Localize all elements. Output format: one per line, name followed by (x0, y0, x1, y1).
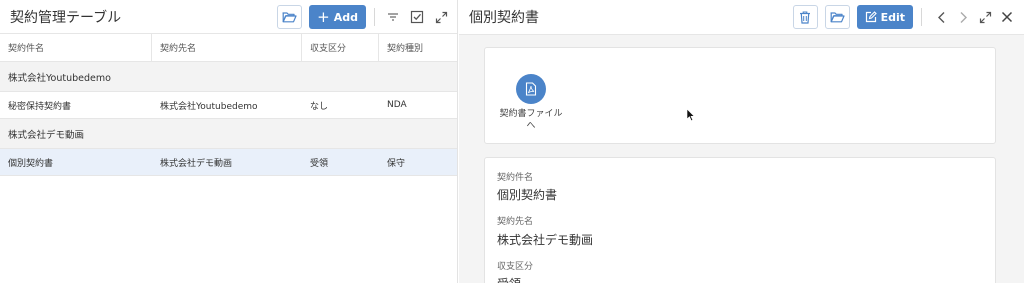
field-label-contract-title: 契約件名 (497, 173, 534, 183)
add-button[interactable]: + Add (309, 5, 366, 29)
expand-icon (435, 11, 447, 23)
next-record-button[interactable] (952, 5, 974, 29)
toolbar-divider (374, 8, 375, 26)
trash-icon (800, 10, 811, 24)
detail-panel: 個別契約書 Edit 契約書ファイルへ 契約件名 個別契約書 契約先名 株式会社… (459, 0, 1024, 283)
column-header-income-type[interactable]: 収支区分 (302, 34, 379, 61)
filter-icon (388, 13, 398, 21)
file-button-label: 契約書ファイルへ (499, 109, 563, 131)
expand-panel-button[interactable] (974, 5, 996, 29)
close-icon (1001, 11, 1013, 23)
detail-panel-header: 個別契約書 Edit (459, 0, 1024, 35)
field-label-income-type: 収支区分 (497, 262, 534, 272)
column-header-contract-title[interactable]: 契約件名 (0, 34, 152, 61)
table-cell: 株式会社Youtubedemo (160, 101, 258, 112)
chevron-left-icon (937, 11, 944, 23)
delete-button[interactable] (792, 5, 818, 29)
detail-title: 個別契約書 (469, 10, 539, 26)
group-header[interactable]: 株式会社Youtubedemo (0, 62, 457, 92)
table-row-selected[interactable]: 個別契約書 株式会社デモ動画 受領 保守 (0, 149, 457, 176)
select-mode-button[interactable] (407, 5, 427, 29)
table-cell: 株式会社デモ動画 (160, 158, 233, 169)
open-folder-button[interactable] (824, 5, 850, 29)
folder-open-icon (829, 12, 845, 23)
fields-card: 契約件名 個別契約書 契約先名 株式会社デモ動画 収支区分 受領 (484, 157, 996, 283)
expand-panel-button[interactable] (431, 5, 451, 29)
column-header-contractor[interactable]: 契約先名 (152, 34, 302, 61)
checkbox-icon (410, 10, 424, 24)
field-value-income-type: 受領 (497, 275, 521, 283)
table-cell: 保守 (387, 158, 406, 169)
expand-icon (979, 11, 991, 23)
edit-icon (865, 11, 877, 23)
plus-icon: + (317, 7, 330, 26)
contract-file-button[interactable]: 契約書ファイルへ (499, 74, 563, 132)
toolbar-divider (921, 8, 922, 26)
table-toolbar: + Add (277, 5, 451, 29)
chevron-right-icon (960, 11, 967, 23)
filter-button[interactable] (383, 5, 403, 29)
file-button-circle (516, 74, 546, 104)
field-value-contractor: 株式会社デモ動画 (497, 233, 594, 247)
field-label-contractor: 契約先名 (497, 217, 534, 227)
detail-toolbar: Edit (792, 5, 1018, 29)
table-panel-header: 契約管理テーブル + Add (0, 0, 457, 34)
previous-record-button[interactable] (930, 5, 952, 29)
table-panel: 契約管理テーブル + Add 契約件名 契約先名 収支区分 契約種別 株式会社Y… (0, 0, 458, 283)
table-row[interactable]: 秘密保持契約書 株式会社Youtubedemo なし NDA (0, 92, 457, 119)
group-header[interactable]: 株式会社デモ動画 (0, 119, 457, 149)
close-panel-button[interactable] (996, 5, 1018, 29)
pdf-file-icon (525, 82, 537, 96)
table-cell: 秘密保持契約書 (8, 101, 72, 112)
folder-open-icon (282, 12, 297, 23)
add-button-label: Add (333, 10, 358, 24)
column-header-contract-type[interactable]: 契約種別 (379, 34, 457, 61)
open-folder-button[interactable] (277, 5, 303, 29)
table-title: 契約管理テーブル (10, 9, 122, 26)
table-header: 契約件名 契約先名 収支区分 契約種別 (0, 34, 457, 62)
edit-button-label: Edit (880, 10, 905, 24)
table-cell: 受領 (310, 158, 329, 169)
file-card: 契約書ファイルへ (484, 47, 996, 144)
edit-button[interactable]: Edit (856, 5, 913, 29)
table-cell: 個別契約書 (8, 158, 54, 169)
table-cell: NDA (387, 100, 407, 110)
mouse-cursor-icon (686, 108, 695, 122)
field-value-contract-title: 個別契約書 (497, 188, 558, 202)
table-cell: なし (310, 101, 329, 112)
